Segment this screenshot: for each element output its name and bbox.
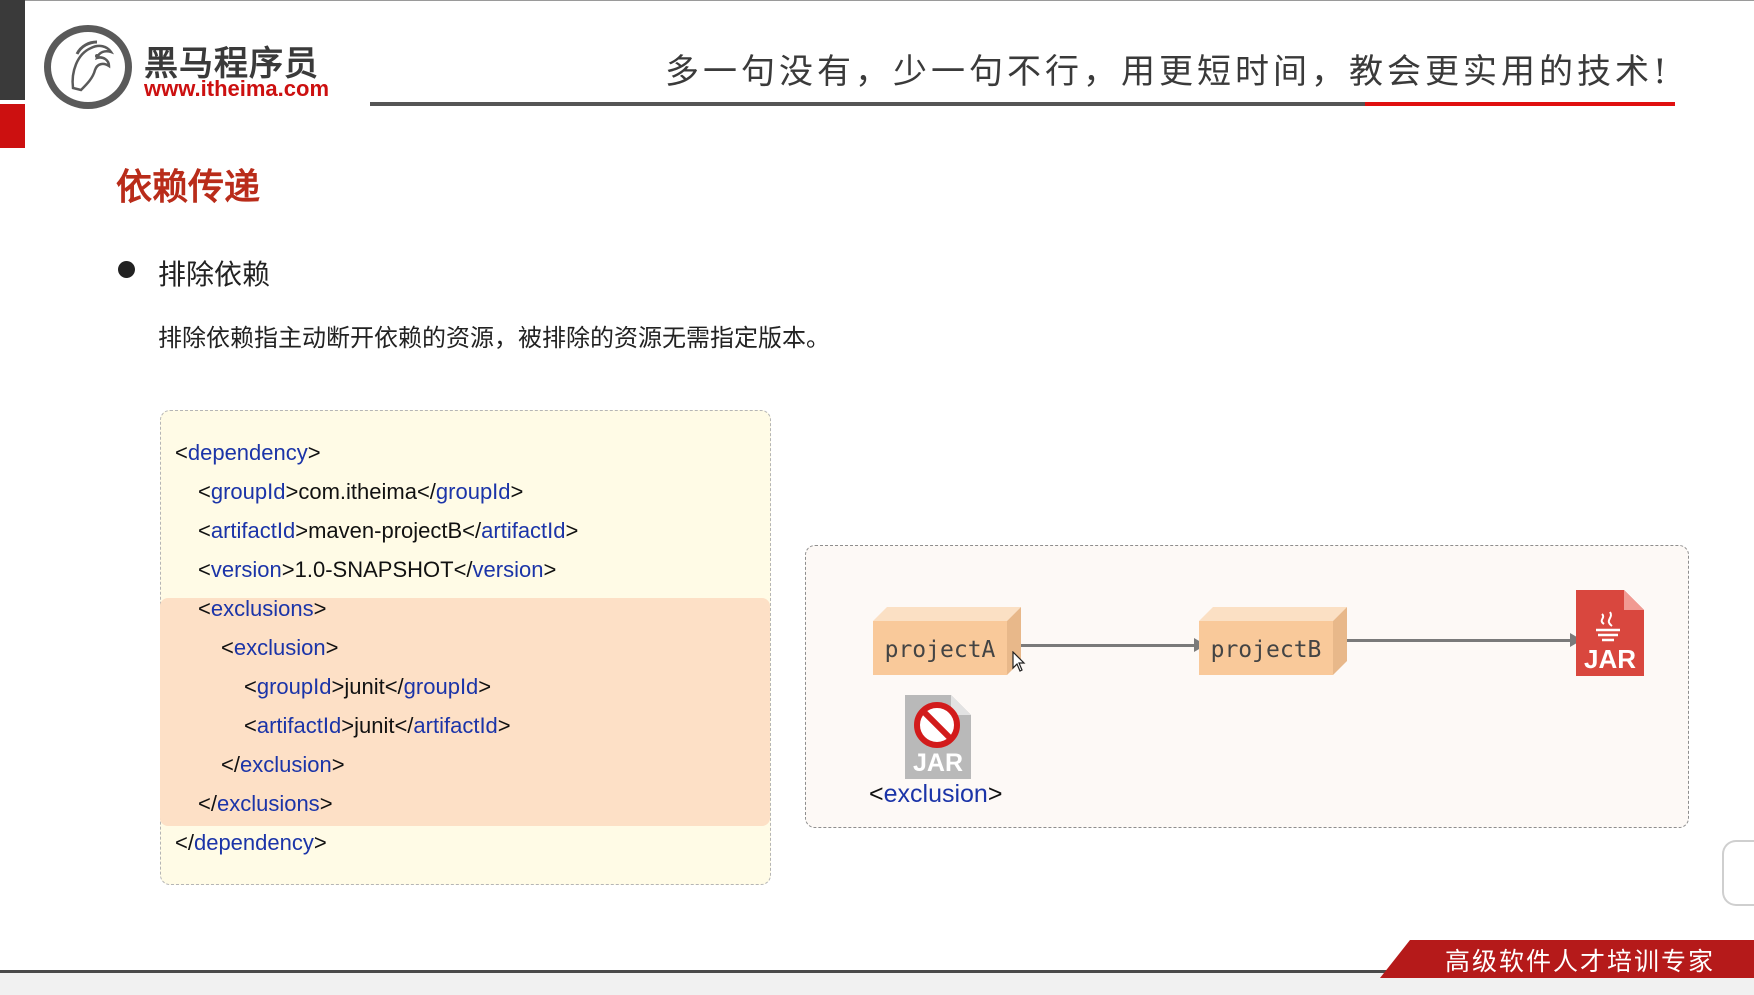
code-line-excl-artifactid: <artifactId>junit</artifactId> xyxy=(244,713,511,738)
excluded-jar-label: JAR xyxy=(912,749,963,777)
xml-tag: exclusions xyxy=(210,596,314,621)
xml-tag: exclusion xyxy=(239,752,332,777)
arrow-a-to-b xyxy=(1021,644,1197,647)
xml-tag: dependency xyxy=(193,830,314,855)
code-line-exclusions-close: </exclusions> xyxy=(198,791,333,816)
xml-value: maven-projectB xyxy=(308,518,463,543)
xml-tag: version xyxy=(472,557,544,582)
bullet-dot-icon xyxy=(118,261,135,278)
xml-value: junit xyxy=(354,713,395,738)
description-text: 排除依赖指主动断开依赖的资源，被排除的资源无需指定版本。 xyxy=(158,324,830,352)
code-line-excl-groupid: <groupId>junit</groupId> xyxy=(244,674,492,699)
xml-tag: exclusion xyxy=(883,780,988,808)
bullet-heading: 排除依赖 xyxy=(158,258,271,291)
xml-tag: artifactId xyxy=(256,713,342,738)
xml-tag: groupId xyxy=(435,479,511,504)
header-rule-red xyxy=(1365,102,1675,106)
page-title: 依赖传递 xyxy=(116,167,261,208)
top-border xyxy=(25,0,1754,1)
xml-tag: exclusions xyxy=(216,791,320,816)
xml-tag: dependency xyxy=(187,440,308,465)
code-line-version: <version>1.0-SNAPSHOT</version> xyxy=(198,557,557,582)
xml-value: junit xyxy=(344,674,385,699)
code-line-dependency-close: </dependency> xyxy=(175,830,327,855)
xml-tag: artifactId xyxy=(413,713,498,738)
slogan: 多一句没有，少一句不行，用更短时间，教会更实用的技术! xyxy=(665,52,1671,92)
project-b-node: projectB xyxy=(1199,607,1347,677)
code-line-exclusion-open: <exclusion> xyxy=(221,635,339,660)
jar-label: JAR xyxy=(1583,644,1636,674)
xml-tag: groupId xyxy=(256,674,332,699)
code-line-dependency-open: <dependency> xyxy=(175,440,321,465)
project-b-label: projectB xyxy=(1210,637,1322,663)
left-accent-red xyxy=(0,104,25,148)
xml-tag: groupId xyxy=(210,479,286,504)
mouse-cursor-icon xyxy=(1012,650,1026,677)
logo-url: www.itheima.com xyxy=(144,76,330,101)
left-accent-dark xyxy=(0,0,25,100)
code-line-exclusions-open: <exclusions> xyxy=(198,596,327,621)
excluded-jar-icon: JAR xyxy=(903,693,973,781)
xml-tag: version xyxy=(210,557,282,582)
code-line-groupid: <groupId>com.itheima</groupId> xyxy=(198,479,524,504)
code-line-artifactid: <artifactId>maven-projectB</artifactId> xyxy=(198,518,579,543)
header-rule-gray xyxy=(370,102,1365,106)
arrow-b-to-jar xyxy=(1347,639,1573,642)
xml-tag: groupId xyxy=(403,674,479,699)
jar-file-icon: JAR xyxy=(1574,588,1646,678)
xml-tag: exclusion xyxy=(233,635,326,660)
exclusion-tag-label: <exclusion> xyxy=(869,780,1003,808)
project-a-label: projectA xyxy=(884,637,996,663)
xml-value: 1.0-SNAPSHOT xyxy=(294,557,454,582)
side-panel-handle[interactable] xyxy=(1722,840,1754,906)
xml-tag: artifactId xyxy=(210,518,296,543)
footer-slogan: 高级软件人才培训专家 xyxy=(1445,947,1716,976)
xml-value: com.itheima xyxy=(298,479,417,504)
xml-tag: artifactId xyxy=(481,518,566,543)
project-a-node: projectA xyxy=(873,607,1021,677)
horse-logo-icon xyxy=(44,25,132,109)
code-line-exclusion-close: </exclusion> xyxy=(221,752,345,777)
